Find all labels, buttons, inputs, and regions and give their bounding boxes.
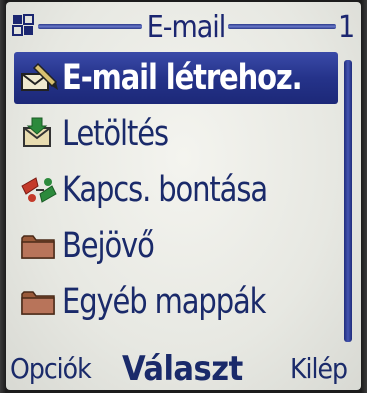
title-bar-decoration-left [38, 24, 142, 29]
menu-item-label: Letöltés [62, 114, 169, 154]
page-title: E-mail [146, 10, 227, 45]
menu-item-label: Egyéb mappák [62, 282, 266, 322]
menu-item-label: E-mail létrehoz. [62, 58, 303, 98]
softkey-bar: Opciók Választ Kilép [6, 347, 361, 390]
menu-item-disconnect[interactable]: Kapcs. bontása [14, 164, 338, 216]
title-bar: E-mail 1 [6, 2, 361, 46]
exit-softkey[interactable]: Kilép [290, 347, 348, 390]
select-softkey[interactable]: Választ [122, 347, 243, 390]
disconnect-icon [21, 177, 57, 203]
options-softkey[interactable]: Opciók [10, 347, 92, 390]
menu-item-download[interactable]: Letöltés [14, 108, 338, 160]
download-email-icon [23, 117, 51, 147]
folder-icon [21, 291, 55, 315]
menu-item-other-folders[interactable]: Egyéb mappák [14, 276, 338, 328]
page-indicator: 1 [338, 10, 356, 45]
scrollbar[interactable] [344, 60, 352, 342]
scrollbar-thumb[interactable] [344, 60, 352, 342]
compose-email-icon [21, 62, 58, 91]
phone-screen: E-mail 1 E-mail létrehoz. Letöltés Kapcs… [6, 2, 361, 390]
folder-icon [21, 235, 55, 259]
menu-item-create-email[interactable]: E-mail létrehoz. [14, 52, 338, 104]
title-bar-decoration-right [228, 24, 336, 29]
grid-app-icon [12, 14, 34, 36]
menu-item-label: Bejövő [62, 226, 155, 266]
menu-item-label: Kapcs. bontása [62, 170, 268, 210]
menu-item-inbox[interactable]: Bejövő [14, 220, 338, 272]
